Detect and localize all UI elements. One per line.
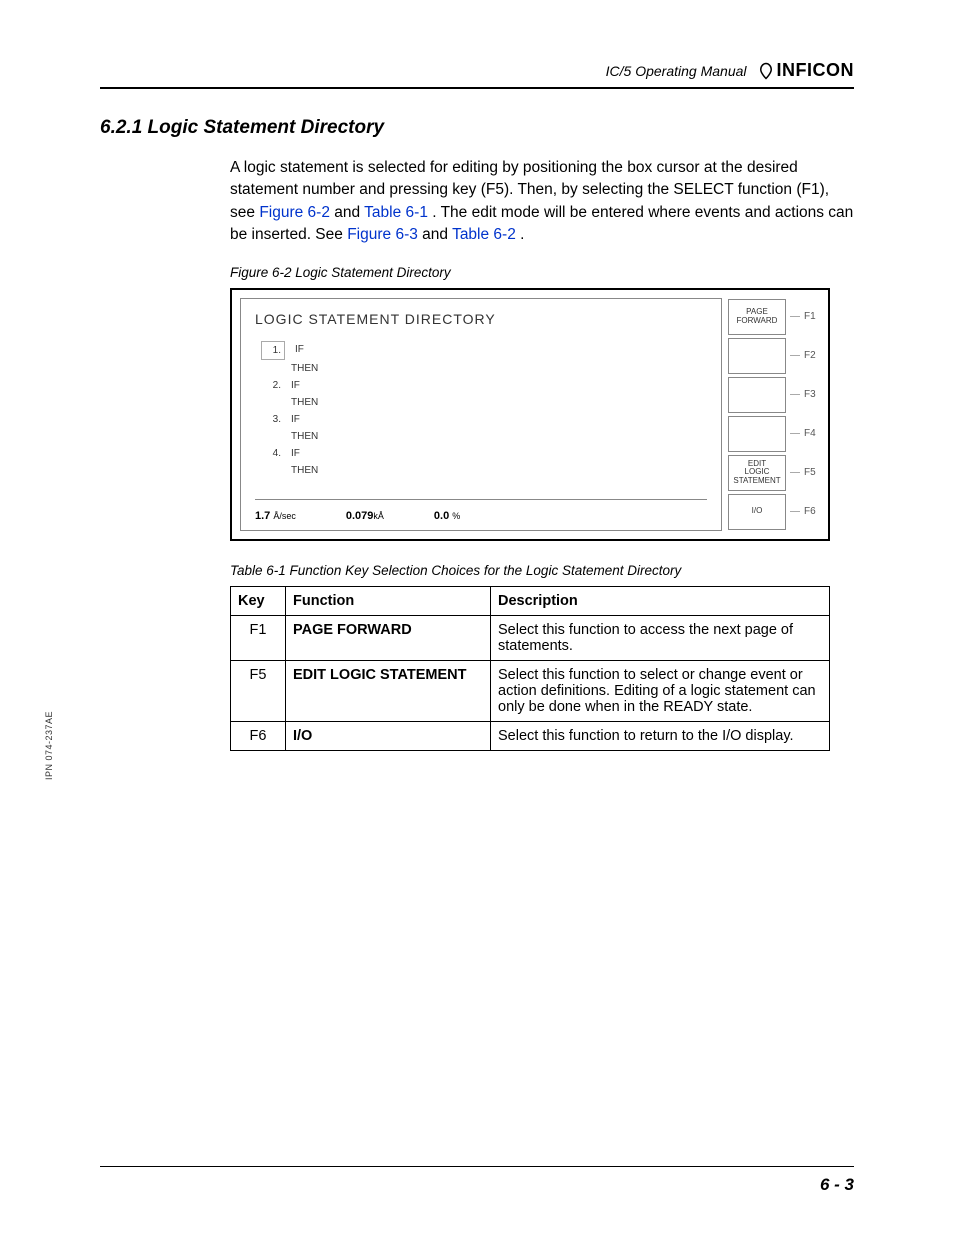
para-text: and [422,226,452,243]
fkey-empty [728,416,786,452]
section-number: 6.2.1 [100,117,142,138]
link-table-6-2[interactable]: Table 6-2 [452,226,516,243]
rate-readout: 1.7 Å/sec [255,510,296,522]
cell-description: Select this function to return to the I/… [491,721,830,750]
fkey-label: F6 [804,506,816,517]
stmt-row: 3. IF [261,411,707,428]
cell-key: F6 [231,721,286,750]
table-row: F5 EDIT LOGIC STATEMENT Select this func… [231,660,830,721]
table-row: F1 PAGE FORWARD Select this function to … [231,615,830,660]
cell-description: Select this function to access the next … [491,615,830,660]
fkey-row: F4 [728,415,820,453]
fkey-row: EDIT LOGIC STATEMENT F5 [728,454,820,492]
stmt-if: IF [291,445,300,462]
table-header-row: Key Function Description [231,586,830,615]
fkey-label: F2 [804,350,816,361]
fkey-empty [728,338,786,374]
cell-function: EDIT LOGIC STATEMENT [286,660,491,721]
stmt-row: 1. IF [261,341,707,360]
dash-icon [790,316,800,317]
fkey-page-forward: PAGE FORWARD [728,299,786,335]
table-row: F6 I/O Select this function to return to… [231,721,830,750]
page-number: 6 - 3 [820,1175,854,1194]
inficon-icon [757,62,775,80]
stmt-then: THEN [261,462,707,479]
link-figure-6-2[interactable]: Figure 6-2 [259,204,330,221]
ipn-note: IPN 074-237AE [44,711,54,780]
stmt-then: THEN [261,360,707,377]
screen-footer: 1.7 Å/sec 0.079kÅ 0.0 % [255,499,707,522]
cell-function: I/O [286,721,491,750]
stmt-if: IF [291,411,300,428]
link-figure-6-3[interactable]: Figure 6-3 [347,226,418,243]
th-function: Function [286,586,491,615]
figure-caption: Figure 6-2 Logic Statement Directory [230,265,854,280]
stmt-num: 3. [261,411,281,428]
stmt-if: IF [295,341,304,360]
stmt-if: IF [291,377,300,394]
dash-icon [790,511,800,512]
page-header: IC/5 Operating Manual INFICON [100,60,854,89]
stmt-num-selected: 1. [261,341,285,360]
fkey-label: F3 [804,389,816,400]
percent-readout: 0.0 % [434,510,460,522]
th-description: Description [491,586,830,615]
para-text: . [520,226,524,243]
fkey-label: F4 [804,428,816,439]
stmt-num: 2. [261,377,281,394]
cell-function: PAGE FORWARD [286,615,491,660]
fkey-row: I/O F6 [728,493,820,531]
brand-text: INFICON [777,60,855,81]
table-caption: Table 6-1 Function Key Selection Choices… [230,563,854,578]
manual-title: IC/5 Operating Manual [606,63,747,79]
screen-mock: LOGIC STATEMENT DIRECTORY 1. IF THEN 2. IF… [240,298,722,531]
fkey-io: I/O [728,494,786,530]
dash-icon [790,472,800,473]
section-heading: 6.2.1 Logic Statement Directory [100,117,854,139]
dash-icon [790,355,800,356]
intro-paragraph: A logic statement is selected for editin… [230,157,854,247]
page-footer: 6 - 3 [100,1166,854,1195]
cell-description: Select this function to select or change… [491,660,830,721]
fkey-row: F2 [728,337,820,375]
para-text: and [334,204,364,221]
link-table-6-1[interactable]: Table 6-1 [364,204,428,221]
figure-6-2: LOGIC STATEMENT DIRECTORY 1. IF THEN 2. IF… [230,288,830,541]
stmt-then: THEN [261,428,707,445]
stmt-row: 2. IF [261,377,707,394]
stmt-then: THEN [261,394,707,411]
stmt-num: 4. [261,445,281,462]
fkey-edit-logic: EDIT LOGIC STATEMENT [728,455,786,491]
statement-list: 1. IF THEN 2. IF THEN 3. IF THEN 4. IF THEN [255,341,707,479]
dash-icon [790,394,800,395]
brand-logo: INFICON [757,60,855,81]
dash-icon [790,433,800,434]
cell-key: F1 [231,615,286,660]
section-title-text: Logic Statement Directory [148,117,385,138]
fkey-column: PAGE FORWARD F1 F2 F3 F4 EDIT LOGIC STATE… [728,298,820,531]
thickness-readout: 0.079kÅ [346,510,384,522]
function-key-table: Key Function Description F1 PAGE FORWARD… [230,586,830,751]
fkey-empty [728,377,786,413]
fkey-row: PAGE FORWARD F1 [728,298,820,336]
fkey-label: F1 [804,311,816,322]
stmt-row: 4. IF [261,445,707,462]
th-key: Key [231,586,286,615]
fkey-label: F5 [804,467,816,478]
screen-title: LOGIC STATEMENT DIRECTORY [255,311,707,327]
cell-key: F5 [231,660,286,721]
fkey-row: F3 [728,376,820,414]
